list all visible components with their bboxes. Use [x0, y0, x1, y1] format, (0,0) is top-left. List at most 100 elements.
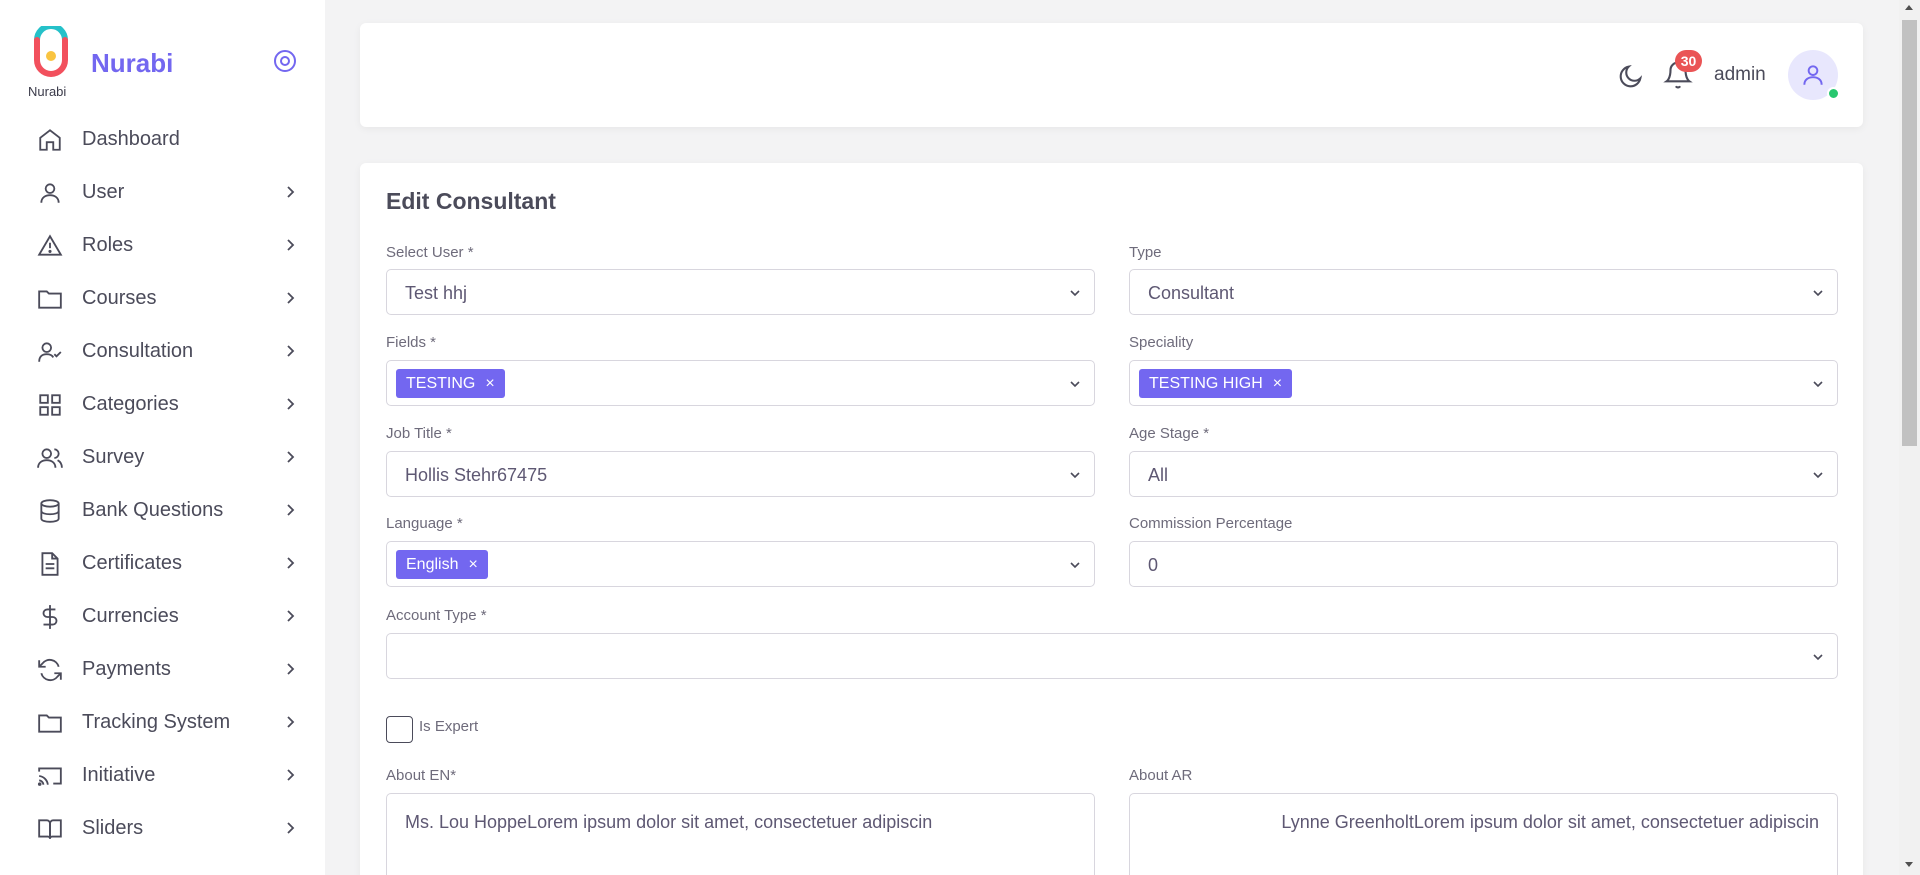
speciality-multiselect[interactable]: TESTING HIGH ×: [1129, 360, 1838, 406]
sidebar-item-courses[interactable]: Courses: [0, 272, 325, 325]
language-label: Language *: [386, 515, 463, 532]
commission-input[interactable]: 0: [1129, 541, 1838, 587]
about-ar-label: About AR: [1129, 767, 1193, 784]
alert-triangle-icon: [36, 232, 64, 260]
chevron-down-icon: [1070, 472, 1080, 479]
collapse-sidebar-icon[interactable]: [272, 48, 298, 74]
type-label: Type: [1129, 244, 1162, 261]
page-title: Edit Consultant: [386, 188, 556, 214]
chevron-right-icon: [287, 451, 295, 463]
is-expert-checkbox[interactable]: [386, 716, 413, 743]
chevron-right-icon: [287, 557, 295, 569]
chevron-right-icon: [287, 716, 295, 728]
users-icon: [36, 444, 64, 472]
chevron-right-icon: [287, 822, 295, 834]
sidebar-item-label: Sliders: [82, 817, 144, 839]
job-title-dropdown[interactable]: Hollis Stehr67475: [386, 451, 1095, 497]
scroll-down-arrow-icon[interactable]: [1905, 862, 1913, 867]
user-icon: [36, 179, 64, 207]
online-status-dot: [1827, 87, 1840, 100]
chevron-down-icon: [1813, 290, 1823, 297]
scroll-thumb[interactable]: [1902, 20, 1917, 446]
sidebar-item-bank-questions[interactable]: Bank Questions: [0, 484, 325, 537]
sidebar-item-roles[interactable]: Roles: [0, 219, 325, 272]
brand[interactable]: Nurabi Nurabi: [28, 26, 298, 102]
chevron-right-icon: [287, 504, 295, 516]
select-user-dropdown[interactable]: Test hhj: [386, 269, 1095, 315]
chevron-down-icon: [1813, 654, 1823, 661]
sidebar-item-label: Courses: [82, 287, 157, 309]
sidebar-nav: Dashboard User Roles Courses Consultatio…: [0, 113, 325, 855]
sidebar-item-label: Payments: [82, 658, 171, 680]
fields-label: Fields *: [386, 334, 437, 351]
chevron-right-icon: [287, 663, 295, 675]
chip-label: TESTING: [406, 375, 476, 392]
account-type-label: Account Type *: [386, 607, 487, 624]
cast-icon: [36, 762, 64, 790]
sidebar-item-label: Initiative: [82, 764, 156, 786]
sidebar-item-certificates[interactable]: Certificates: [0, 537, 325, 590]
job-title-label: Job Title *: [386, 425, 452, 442]
user-check-icon: [36, 338, 64, 366]
type-dropdown[interactable]: Consultant: [1129, 269, 1838, 315]
chip-label: TESTING HIGH: [1149, 375, 1263, 392]
job-title-value: Hollis Stehr67475: [405, 465, 548, 485]
sidebar-item-label: Bank Questions: [82, 499, 224, 521]
select-user-label: Select User *: [386, 244, 474, 261]
remove-chip-icon[interactable]: ×: [485, 369, 494, 398]
sidebar-item-initiative[interactable]: Initiative: [0, 749, 325, 802]
age-stage-label: Age Stage *: [1129, 425, 1210, 442]
sidebar-item-label: Categories: [82, 393, 179, 415]
sidebar-item-payments[interactable]: Payments: [0, 643, 325, 696]
about-en-textarea[interactable]: Ms. Lou HoppeLorem ipsum dolor sit amet,…: [386, 793, 1095, 875]
folder-icon: [36, 709, 64, 737]
user-name[interactable]: admin: [1714, 64, 1766, 86]
sidebar-item-currencies[interactable]: Currencies: [0, 590, 325, 643]
fields-multiselect[interactable]: TESTING ×: [386, 360, 1095, 406]
home-icon: [36, 126, 64, 154]
file-text-icon: [36, 550, 64, 578]
user-avatar-icon: [1803, 65, 1823, 85]
chip-label: English: [406, 556, 459, 573]
sidebar-item-tracking-system[interactable]: Tracking System: [0, 696, 325, 749]
sidebar-item-dashboard[interactable]: Dashboard: [0, 113, 325, 166]
sidebar-item-sliders[interactable]: Sliders: [0, 802, 325, 855]
grid-icon: [36, 391, 64, 419]
is-expert-label: Is Expert: [419, 718, 479, 735]
top-navbar: 30 admin: [360, 23, 1863, 127]
book-open-icon: [36, 815, 64, 843]
sidebar-item-categories[interactable]: Categories: [0, 378, 325, 431]
page-scrollbar[interactable]: [1899, 0, 1920, 875]
remove-chip-icon[interactable]: ×: [468, 550, 477, 579]
remove-chip-icon[interactable]: ×: [1273, 369, 1282, 398]
about-ar-textarea[interactable]: Lynne GreenholtLorem ipsum dolor sit ame…: [1129, 793, 1838, 875]
age-stage-value: All: [1148, 465, 1169, 485]
notification-badge[interactable]: 30: [1675, 50, 1702, 72]
sidebar-item-user[interactable]: User: [0, 166, 325, 219]
language-multiselect[interactable]: English ×: [386, 541, 1095, 587]
chevron-right-icon: [287, 239, 295, 251]
select-user-value: Test hhj: [405, 283, 468, 303]
sidebar-item-label: Dashboard: [82, 128, 180, 150]
edit-consultant-card: Edit Consultant Select User * Test hhj T…: [360, 163, 1863, 875]
account-type-dropdown[interactable]: [386, 633, 1838, 679]
chevron-down-icon: [1813, 381, 1823, 388]
chevron-down-icon: [1813, 472, 1823, 479]
sidebar-item-label: Consultation: [82, 340, 194, 362]
age-stage-dropdown[interactable]: All: [1129, 451, 1838, 497]
chevron-down-icon: [1070, 290, 1080, 297]
refresh-icon: [36, 656, 64, 684]
folder-icon: [36, 285, 64, 313]
chevron-right-icon: [287, 292, 295, 304]
chevron-right-icon: [287, 345, 295, 357]
chevron-right-icon: [287, 186, 295, 198]
scroll-up-arrow-icon[interactable]: [1905, 5, 1913, 10]
chevron-right-icon: [287, 769, 295, 781]
sidebar-item-label: User: [82, 181, 125, 203]
sidebar-item-survey[interactable]: Survey: [0, 431, 325, 484]
commission-label: Commission Percentage: [1129, 515, 1293, 532]
moon-icon[interactable]: [1617, 62, 1645, 90]
sidebar-item-consultation[interactable]: Consultation: [0, 325, 325, 378]
dollar-icon: [36, 603, 64, 631]
chevron-down-icon: [1070, 381, 1080, 388]
